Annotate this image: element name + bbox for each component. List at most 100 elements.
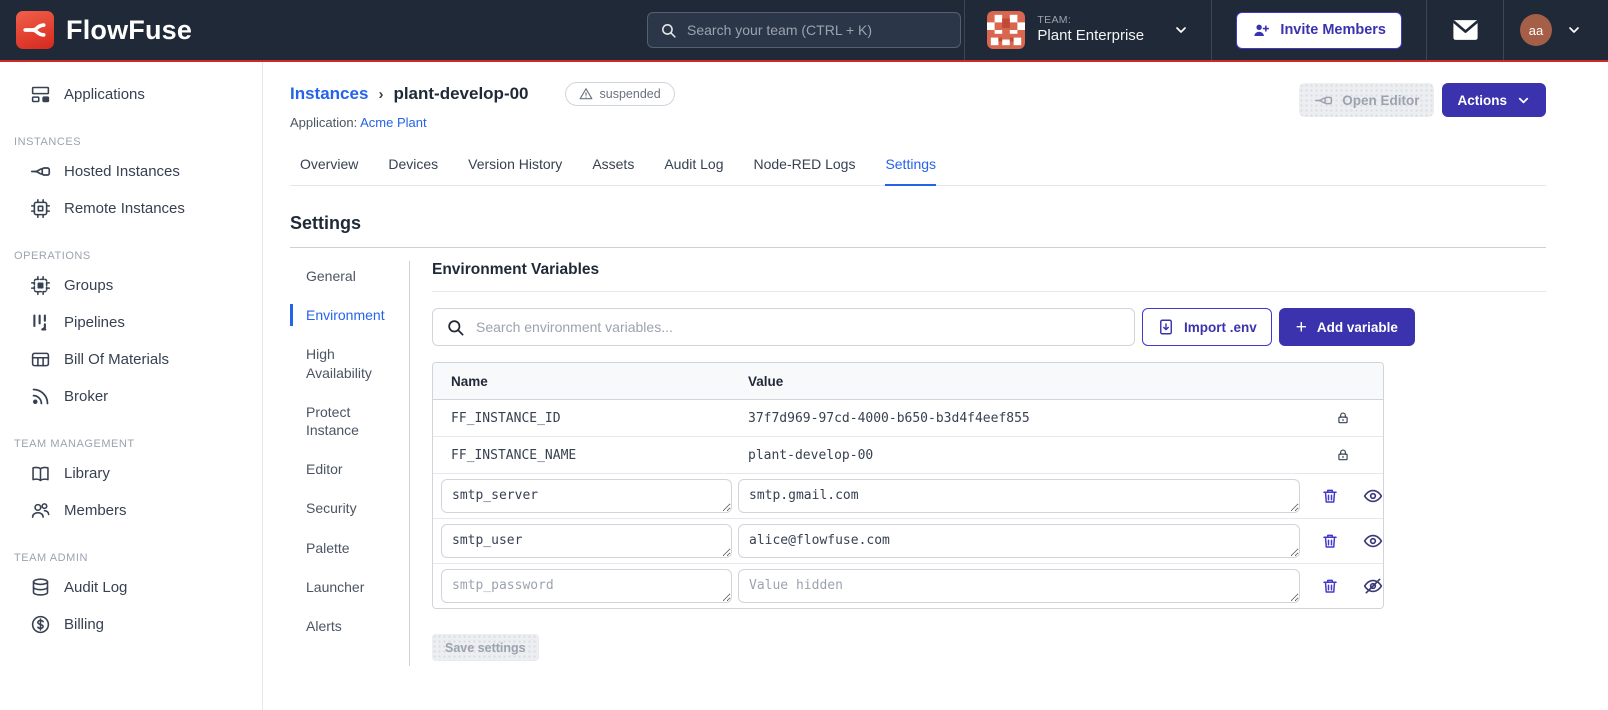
notifications-button[interactable]	[1427, 0, 1503, 60]
pipelines-icon	[33, 314, 47, 331]
invite-members-button[interactable]: Invite Members	[1236, 11, 1402, 49]
column-header-value: Value	[748, 373, 784, 389]
env-var-value-input[interactable]	[738, 569, 1300, 603]
open-editor-label: Open Editor	[1342, 92, 1420, 108]
env-var-name: FF_INSTANCE_NAME	[451, 447, 577, 463]
tab-version-history[interactable]: Version History	[468, 147, 562, 185]
sidebar: Applications INSTANCES Hosted Instances …	[0, 62, 263, 710]
sidebar-item-label: Applications	[64, 86, 145, 103]
flowfuse-logo-icon[interactable]	[16, 11, 54, 49]
show-value-button[interactable]	[1363, 486, 1383, 506]
column-header-name: Name	[451, 373, 488, 389]
plus-icon: +	[1295, 316, 1307, 338]
env-var-value-input[interactable]: alice@flowfuse.com	[738, 524, 1300, 558]
settings-heading: Settings	[290, 213, 362, 233]
tab-devices[interactable]: Devices	[388, 147, 438, 185]
settings-nav-environment[interactable]: Environment	[290, 304, 409, 327]
chevron-down-icon	[1518, 97, 1529, 103]
sidebar-item-label: Hosted Instances	[64, 163, 180, 180]
divider	[290, 247, 1546, 248]
team-search-input[interactable]	[687, 22, 948, 38]
settings-nav-editor[interactable]: Editor	[290, 458, 409, 480]
env-var-value-input[interactable]: smtp.gmail.com	[738, 479, 1300, 513]
settings-nav-general[interactable]: General	[290, 265, 409, 287]
delete-variable-button[interactable]	[1321, 577, 1339, 595]
sidebar-item-groups[interactable]: Groups	[0, 267, 262, 304]
lock-icon	[1338, 449, 1348, 461]
settings-nav-security[interactable]: Security	[290, 497, 409, 519]
add-variable-label: Add variable	[1316, 319, 1398, 335]
import-env-label: Import .env	[1184, 319, 1257, 335]
sidebar-item-library[interactable]: Library	[0, 455, 262, 492]
env-var-name-input[interactable]: smtp_password	[441, 569, 732, 603]
env-search-input[interactable]	[476, 319, 1121, 335]
env-var-value: 37f7d969-97cd-4000-b650-b3d4f4eef855	[748, 410, 1030, 426]
tab-settings[interactable]: Settings	[885, 147, 937, 186]
delete-variable-button[interactable]	[1321, 487, 1339, 505]
eye-off-icon	[1363, 578, 1383, 594]
mail-icon	[1452, 20, 1478, 40]
trash-icon	[1323, 534, 1337, 548]
sidebar-section-header: TEAM MANAGEMENT	[14, 438, 135, 450]
import-env-button[interactable]: Import .env	[1142, 308, 1272, 346]
table-row: smtp_password	[433, 564, 1383, 608]
instance-tabs: Overview Devices Version History Assets …	[290, 147, 1546, 186]
breadcrumb-instances-link[interactable]: Instances	[290, 84, 368, 104]
settings-nav-alerts[interactable]: Alerts	[290, 615, 409, 637]
sidebar-item-applications[interactable]: Applications	[0, 76, 262, 113]
tab-overview[interactable]: Overview	[300, 147, 358, 185]
application-label: Application:	[290, 115, 358, 130]
groups-icon	[30, 275, 51, 296]
env-var-name-input[interactable]: smtp_server	[441, 479, 732, 513]
team-search[interactable]	[647, 12, 961, 48]
user-menu[interactable]: aa	[1504, 0, 1608, 60]
sidebar-item-pipelines[interactable]: Pipelines	[0, 304, 262, 341]
sidebar-item-bill-of-materials[interactable]: Bill Of Materials	[0, 341, 262, 378]
user-plus-icon	[1254, 24, 1270, 36]
sidebar-item-members[interactable]: Members	[0, 492, 262, 529]
sidebar-item-label: Members	[64, 502, 127, 519]
application-link[interactable]: Acme Plant	[360, 115, 426, 130]
sidebar-item-label: Audit Log	[64, 579, 128, 596]
settings-nav-launcher[interactable]: Launcher	[290, 576, 409, 598]
tab-node-red-logs[interactable]: Node-RED Logs	[754, 147, 856, 185]
add-variable-button[interactable]: + Add variable	[1278, 308, 1415, 346]
save-settings-button[interactable]: Save settings	[432, 634, 539, 661]
sidebar-item-label: Pipelines	[64, 314, 125, 331]
tab-audit-log[interactable]: Audit Log	[664, 147, 723, 185]
members-icon	[31, 503, 50, 518]
sidebar-section-header: OPERATIONS	[14, 250, 91, 262]
delete-variable-button[interactable]	[1321, 532, 1339, 550]
team-label: TEAM:	[1037, 14, 1072, 27]
hosted-instances-icon	[30, 167, 51, 176]
sidebar-item-label: Bill Of Materials	[64, 351, 170, 368]
audit-log-icon	[32, 578, 49, 596]
sidebar-item-broker[interactable]: Broker	[0, 378, 262, 415]
table-row: smtp_user alice@flowfuse.com	[433, 519, 1383, 564]
team-selector[interactable]: TEAM: Plant Enterprise	[965, 0, 1211, 60]
team-name: Plant Enterprise	[1037, 27, 1145, 45]
settings-nav-palette[interactable]: Palette	[290, 537, 409, 559]
sidebar-item-label: Broker	[64, 388, 109, 405]
chevron-down-icon	[1176, 27, 1187, 33]
sidebar-item-label: Library	[64, 465, 110, 482]
env-var-name-input[interactable]: smtp_user	[441, 524, 732, 558]
applications-icon	[31, 86, 50, 103]
sidebar-item-remote-instances[interactable]: Remote Instances	[0, 190, 262, 227]
breadcrumb-separator: ›	[378, 85, 384, 103]
show-value-button[interactable]	[1363, 531, 1383, 551]
sidebar-item-billing[interactable]: Billing	[0, 606, 262, 643]
table-row: smtp_server smtp.gmail.com	[433, 474, 1383, 519]
library-icon	[32, 466, 49, 482]
warning-icon	[579, 88, 592, 100]
chevron-down-icon	[1569, 27, 1579, 33]
tab-assets[interactable]: Assets	[592, 147, 634, 185]
settings-nav-high-availability[interactable]: High Availability	[290, 343, 409, 383]
hide-value-button[interactable]	[1363, 576, 1383, 596]
open-editor-button[interactable]: Open Editor	[1299, 83, 1435, 117]
env-search[interactable]	[432, 308, 1135, 346]
sidebar-item-audit-log[interactable]: Audit Log	[0, 569, 262, 606]
actions-button[interactable]: Actions	[1442, 83, 1546, 117]
settings-nav-protect-instance[interactable]: Protect Instance	[290, 401, 409, 441]
sidebar-item-hosted-instances[interactable]: Hosted Instances	[0, 153, 262, 190]
